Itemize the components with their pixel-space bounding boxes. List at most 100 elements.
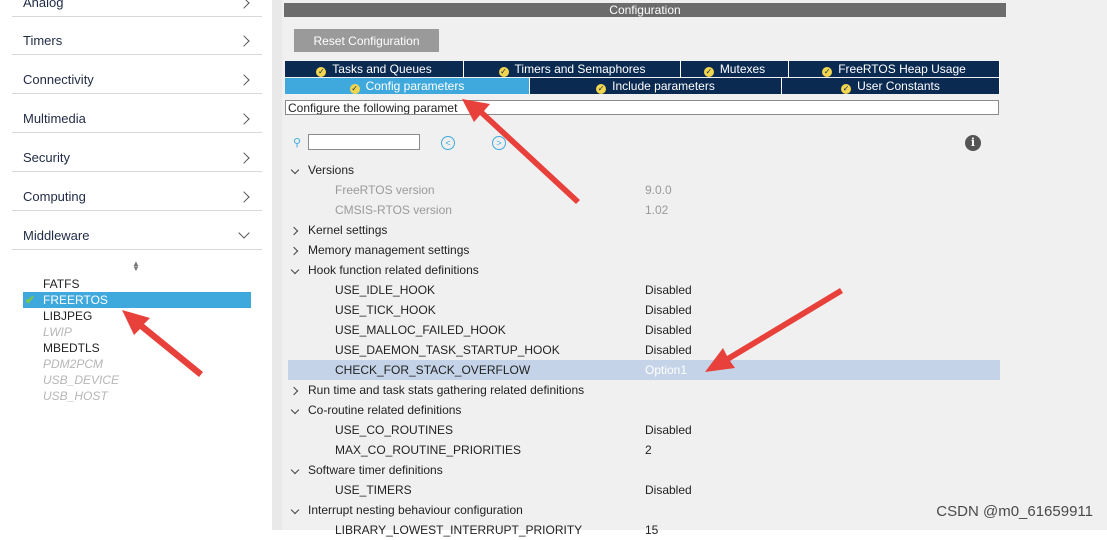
param-label: CHECK_FOR_STACK_OVERFLOW [335, 363, 531, 377]
tree-group-hook[interactable]: Hook function related definitions [288, 260, 1000, 280]
tree-group-software-timer[interactable]: Software timer definitions [288, 460, 1000, 480]
category-analog[interactable]: Analog [12, 0, 262, 17]
middleware-item-libjpeg[interactable]: LIBJPEG [23, 308, 251, 324]
tab-label: Include parameters [612, 79, 715, 93]
middleware-item-freertos[interactable]: ✔ FREERTOS [23, 292, 251, 308]
category-timers[interactable]: Timers [12, 16, 262, 55]
param-value[interactable]: Disabled [645, 320, 692, 340]
param-value[interactable]: Disabled [645, 280, 692, 300]
middleware-item-label: LIBJPEG [43, 309, 93, 323]
chevron-right-icon [238, 0, 250, 9]
param-check-for-stack-overflow[interactable]: CHECK_FOR_STACK_OVERFLOW Option1 [288, 360, 1000, 380]
middleware-item-label: USB_DEVICE [43, 373, 120, 387]
tab-row-1: ✓ Tasks and Queues ✓ Timers and Semaphores… [285, 61, 1000, 77]
tab-mutexes[interactable]: ✓ Mutexes [681, 61, 789, 77]
group-label: Versions [308, 163, 355, 177]
param-use-tick-hook[interactable]: USE_TICK_HOOK Disabled [288, 300, 1000, 320]
check-circle-icon: ✓ [498, 67, 509, 77]
param-value[interactable]: 2 [645, 440, 652, 460]
category-label: Middleware [23, 228, 90, 243]
param-use-timers[interactable]: USE_TIMERS Disabled [288, 480, 1000, 500]
param-use-malloc-failed-hook[interactable]: USE_MALLOC_FAILED_HOOK Disabled [288, 320, 1000, 340]
middleware-item-usb-host: USB_HOST [23, 388, 251, 404]
group-label: Hook function related definitions [308, 263, 479, 277]
category-label: Connectivity [23, 72, 94, 87]
param-value[interactable]: Disabled [645, 300, 692, 320]
group-label: Memory management settings [308, 243, 470, 257]
tree-group-kernel[interactable]: Kernel settings [288, 220, 1000, 240]
search-input[interactable] [308, 134, 420, 150]
chevron-right-icon [238, 191, 250, 203]
param-label: USE_DAEMON_TASK_STARTUP_HOOK [335, 343, 560, 357]
tab-config-parameters[interactable]: ✓ Config parameters [285, 78, 530, 94]
middleware-item-fatfs[interactable]: FATFS [23, 276, 251, 292]
category-security[interactable]: Security [12, 133, 262, 172]
param-value[interactable]: Disabled [645, 480, 692, 500]
param-value[interactable]: Disabled [645, 420, 692, 440]
tab-user-constants[interactable]: ✓ User Constants [782, 78, 1000, 94]
chevron-right-icon [238, 113, 250, 125]
description-box: Configure the following paramet [285, 100, 999, 115]
next-icon[interactable]: > [492, 136, 506, 150]
group-label: Run time and task stats gathering relate… [308, 383, 585, 397]
tab-freertos-heap-usage[interactable]: ✓ FreeRTOS Heap Usage [789, 61, 1000, 77]
middleware-item-lwip: LWIP [23, 324, 251, 340]
chevron-right-icon[interactable] [289, 246, 299, 256]
category-label: Analog [23, 0, 64, 10]
chevron-right-icon [238, 74, 250, 86]
previous-icon[interactable]: < [441, 136, 455, 150]
chevron-down-icon[interactable] [290, 165, 300, 175]
tree-group-interrupt-nesting[interactable]: Interrupt nesting behaviour configuratio… [288, 500, 1000, 520]
middleware-item-label: FATFS [43, 277, 80, 291]
chevron-right-icon[interactable] [289, 386, 299, 396]
tree-group-versions[interactable]: Versions [288, 160, 1000, 180]
param-cmsis-version: CMSIS-RTOS version 1.02 [288, 200, 1000, 220]
check-icon: ✔ [25, 293, 36, 307]
param-use-idle-hook[interactable]: USE_IDLE_HOOK Disabled [288, 280, 1000, 300]
tab-label: Tasks and Queues [332, 62, 432, 76]
param-use-co-routines[interactable]: USE_CO_ROUTINES Disabled [288, 420, 1000, 440]
tab-include-parameters[interactable]: ✓ Include parameters [530, 78, 782, 94]
splitter[interactable] [272, 0, 282, 530]
category-middleware[interactable]: Middleware [12, 211, 262, 250]
param-use-daemon-task-startup-hook[interactable]: USE_DAEMON_TASK_STARTUP_HOOK Disabled [288, 340, 1000, 360]
middleware-list: FATFS ✔ FREERTOS LIBJPEG LWIP MBEDTLS PDM… [23, 276, 251, 404]
param-label: MAX_CO_ROUTINE_PRIORITIES [335, 443, 522, 457]
category-computing[interactable]: Computing [12, 172, 262, 211]
tree-group-memory[interactable]: Memory management settings [288, 240, 1000, 260]
info-icon[interactable]: i [965, 135, 981, 151]
check-circle-icon: ✓ [822, 67, 833, 77]
chevron-down-icon [238, 227, 250, 239]
check-circle-icon: ✓ [703, 67, 714, 77]
category-label: Multimedia [23, 111, 86, 126]
param-freertos-version: FreeRTOS version 9.0.0 [288, 180, 1000, 200]
param-max-co-routine-priorities[interactable]: MAX_CO_ROUTINE_PRIORITIES 2 [288, 440, 1000, 460]
group-label: Co-routine related definitions [308, 403, 462, 417]
chevron-down-icon[interactable] [290, 505, 300, 515]
chevron-down-icon[interactable] [290, 465, 300, 475]
sort-icon[interactable]: ▲ ▼ [132, 260, 140, 273]
param-value[interactable]: Disabled [645, 340, 692, 360]
middleware-item-mbedtls[interactable]: MBEDTLS [23, 340, 251, 356]
group-label: Kernel settings [308, 223, 388, 237]
category-label: Computing [23, 189, 86, 204]
chevron-down-icon[interactable] [290, 405, 300, 415]
chevron-down-icon[interactable] [290, 265, 300, 275]
param-label: USE_MALLOC_FAILED_HOOK [335, 323, 506, 337]
category-connectivity[interactable]: Connectivity [12, 55, 262, 94]
category-multimedia[interactable]: Multimedia [12, 94, 262, 133]
param-value-select[interactable]: Option1 [645, 360, 688, 380]
tab-timers-and-semaphores[interactable]: ✓ Timers and Semaphores [464, 61, 681, 77]
right-margin [1006, 0, 1107, 530]
chevron-right-icon[interactable] [289, 226, 299, 236]
param-value: 9.0.0 [645, 183, 672, 197]
param-value[interactable]: 15 [645, 520, 658, 540]
param-library-lowest-interrupt-priority[interactable]: LIBRARY_LOWEST_INTERRUPT_PRIORITY 15 [288, 520, 1000, 540]
param-value: 1.02 [645, 203, 669, 217]
middleware-item-usb-device: USB_DEVICE [23, 372, 251, 388]
check-circle-icon: ✓ [316, 67, 327, 77]
reset-configuration-button[interactable]: Reset Configuration [294, 29, 439, 52]
tree-group-coroutine[interactable]: Co-routine related definitions [288, 400, 1000, 420]
tree-group-runtime-stats[interactable]: Run time and task stats gathering relate… [288, 380, 1000, 400]
tab-tasks-and-queues[interactable]: ✓ Tasks and Queues [285, 61, 464, 77]
